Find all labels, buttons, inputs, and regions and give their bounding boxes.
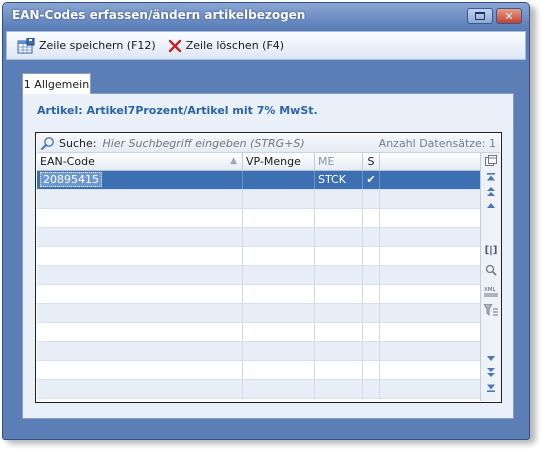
cell-ean-code[interactable]: 20895415 [37, 171, 243, 189]
scroll-down-icon[interactable] [483, 351, 499, 365]
maximize-button[interactable] [467, 8, 493, 24]
empty-row [37, 323, 480, 342]
scroll-last-icon[interactable] [483, 380, 499, 394]
empty-row [37, 342, 480, 361]
delete-x-icon [168, 39, 181, 52]
svg-text:XML: XML [484, 287, 497, 293]
title-bar[interactable]: EAN-Codes erfassen/ändern artikelbezogen… [3, 3, 529, 28]
filter-icon[interactable] [483, 303, 499, 317]
column-header-empty [380, 153, 480, 171]
empty-row [37, 190, 480, 209]
maximize-icon [475, 12, 485, 20]
toolbar: Zeile speichern (F12) Zeile löschen (F4) [6, 31, 526, 60]
column-chooser-icon[interactable] [483, 153, 499, 167]
grid-header: EAN-Code ▲ VP-Menge ME S [37, 153, 480, 171]
column-header-s[interactable]: S [363, 153, 380, 171]
cell-me[interactable]: STCK [315, 171, 363, 189]
scroll-up-icon[interactable] [483, 199, 499, 213]
column-header-vp-menge[interactable]: VP-Menge [243, 153, 315, 171]
close-button[interactable]: ✕ [496, 8, 522, 24]
tab-allgemein[interactable]: 1 Allgemein [22, 73, 91, 94]
search-bar: Suche: Anzahl Datensätze: 1 [37, 134, 500, 153]
empty-row [37, 247, 480, 266]
xml-export-icon[interactable]: XML [483, 284, 499, 298]
empty-row [37, 209, 480, 228]
empty-row [37, 380, 480, 399]
empty-row [37, 361, 480, 380]
empty-row [37, 304, 480, 323]
cell-empty [380, 171, 480, 189]
bracket-toggle-icon[interactable]: [|] [483, 244, 499, 258]
empty-row [37, 266, 480, 285]
close-icon: ✕ [504, 9, 514, 23]
grid-search-icon[interactable] [483, 263, 499, 277]
table-row[interactable]: 20895415 STCK ✔ [37, 171, 480, 190]
delete-row-button[interactable]: Zeile löschen (F4) [168, 39, 284, 53]
ean-grid: Suche: Anzahl Datensätze: 1 EAN-Code ▲ V… [35, 132, 502, 403]
sort-ascending-icon: ▲ [230, 156, 237, 166]
save-row-button[interactable]: Zeile speichern (F12) [17, 37, 156, 54]
column-header-me[interactable]: ME [315, 153, 363, 171]
column-header-ean-code[interactable]: EAN-Code ▲ [37, 153, 243, 171]
grid-side-toolbar: [|] XML [480, 153, 501, 401]
empty-row [37, 228, 480, 247]
save-row-label: Zeile speichern (F12) [39, 39, 156, 52]
search-input[interactable] [102, 136, 323, 150]
scroll-first-icon[interactable] [483, 171, 499, 185]
grid-rows: 20895415 STCK ✔ [37, 171, 480, 399]
tab-content-panel: Artikel: Artikel7Prozent/Artikel mit 7% … [22, 93, 514, 419]
search-icon [41, 137, 54, 150]
search-label: Suche: [59, 136, 97, 150]
dialog-window: EAN-Codes erfassen/ändern artikelbezogen… [2, 2, 530, 440]
record-count: Anzahl Datensätze: 1 [378, 136, 496, 150]
delete-row-label: Zeile löschen (F4) [185, 39, 285, 52]
cell-vp-menge[interactable] [243, 171, 315, 189]
empty-row [37, 285, 480, 304]
tab-allgemein-label: 1 Allgemein [23, 77, 90, 91]
page-up-icon[interactable] [483, 185, 499, 199]
page-down-icon[interactable] [483, 365, 499, 379]
artikel-heading: Artikel: Artikel7Prozent/Artikel mit 7% … [37, 104, 318, 117]
window-title: EAN-Codes erfassen/ändern artikelbezogen [12, 8, 306, 22]
save-grid-icon [17, 37, 35, 53]
cell-s-check-icon[interactable]: ✔ [363, 171, 380, 189]
